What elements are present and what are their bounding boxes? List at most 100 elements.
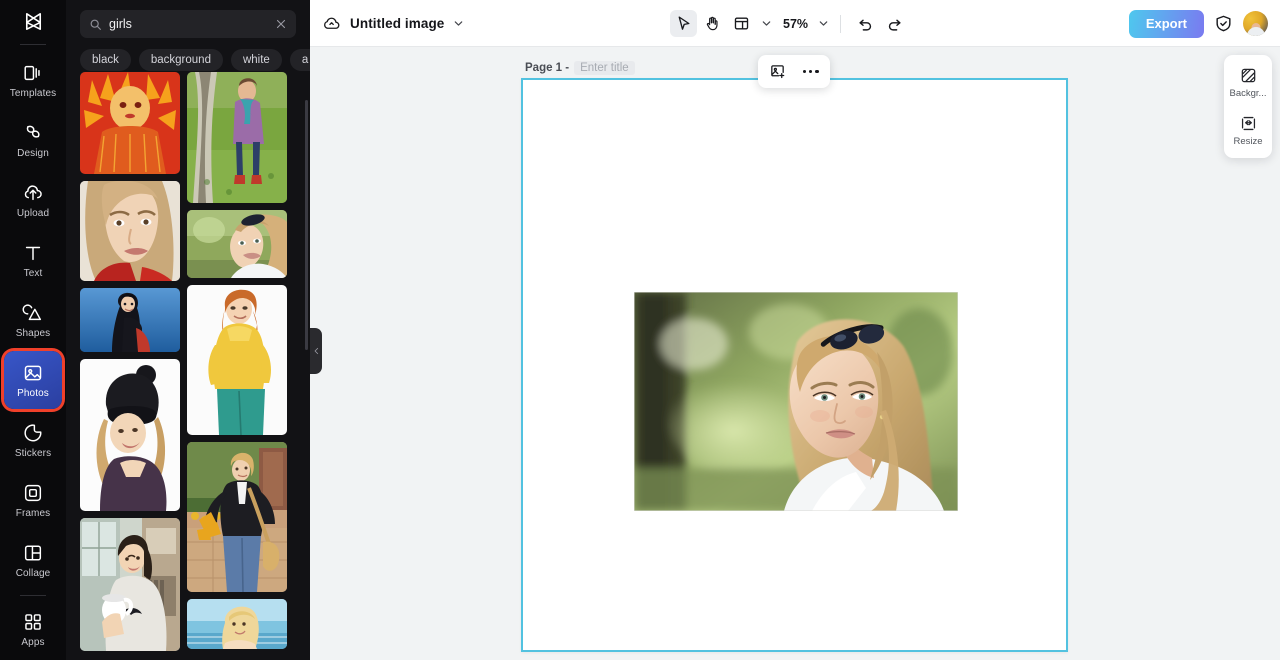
collage-icon	[24, 544, 42, 561]
dock-item-resize[interactable]: Resize	[1226, 111, 1270, 150]
redo-button[interactable]	[881, 10, 908, 37]
photo-thumbnail-art	[187, 210, 287, 278]
cloud-sync-icon	[324, 17, 340, 29]
sidebar-item-upload[interactable]: Upload	[4, 171, 62, 229]
sidebar-item-label: Apps	[21, 636, 45, 648]
photo-grid-scroll[interactable]	[66, 72, 310, 660]
text-icon	[25, 246, 41, 260]
photo-thumbnail-art	[80, 181, 180, 281]
resize-icon	[1241, 116, 1255, 131]
sidebar-item-photos[interactable]: Photos	[4, 351, 62, 409]
shapes-icon	[22, 303, 42, 320]
photo-thumbnail-art	[187, 285, 287, 435]
sidebar-item-text[interactable]: Text	[4, 231, 62, 289]
photo-thumbnail-art	[187, 442, 287, 592]
layout-tool-button[interactable]	[728, 10, 755, 37]
photo-thumbnail[interactable]	[80, 72, 180, 174]
cursor-arrow-icon	[678, 16, 690, 30]
sidebar-item-design[interactable]: Design	[4, 111, 62, 169]
top-toolbar: Untitled image 57% Export	[310, 0, 1280, 47]
layout-chevron-down-icon[interactable]	[761, 18, 772, 29]
search-chip-a[interactable]: a	[289, 48, 310, 71]
canvas-photo[interactable]	[634, 292, 958, 511]
photo-thumbnail[interactable]	[187, 285, 287, 435]
photo-thumbnail[interactable]	[80, 359, 180, 511]
photo-thumbnail[interactable]	[187, 210, 287, 278]
undo-icon	[859, 19, 872, 31]
sidebar-item-collage[interactable]: Collage	[4, 531, 62, 589]
templates-icon	[24, 65, 40, 80]
photo-thumbnail-art	[80, 359, 180, 511]
search-input[interactable]	[109, 17, 268, 31]
design-canvas[interactable]	[521, 78, 1068, 652]
capcut-logo[interactable]	[0, 0, 66, 42]
sidebar-item-frames[interactable]: Frames	[4, 471, 62, 529]
search-chip-black[interactable]: black	[80, 48, 131, 71]
sidebar-item-label: Stickers	[14, 447, 52, 459]
hand-icon	[706, 16, 718, 31]
page-number-label: Page 1 -	[525, 62, 570, 74]
sidebar-item-label: Frames	[15, 507, 51, 519]
chevron-left-icon	[314, 347, 318, 355]
editor-stage[interactable]: Page 1 - Enter title Backgr... Resize	[310, 47, 1280, 660]
sidebar-item-apps[interactable]: Apps	[4, 600, 62, 658]
photo-thumbnail-art	[80, 72, 180, 174]
photo-thumbnail[interactable]	[80, 288, 180, 352]
photo-thumbnail-art	[80, 518, 180, 651]
zoom-level-value: 57%	[783, 16, 809, 31]
photo-thumbnail[interactable]	[80, 518, 180, 651]
floating-image-toolbar	[758, 55, 830, 88]
add-image-icon[interactable]	[769, 63, 786, 80]
export-button[interactable]: Export	[1128, 9, 1204, 38]
photo-thumbnail[interactable]	[187, 72, 287, 203]
page-label-group: Page 1 - Enter title	[525, 61, 635, 75]
sidebar-item-shapes[interactable]: Shapes	[4, 291, 62, 349]
select-tool-button[interactable]	[670, 10, 697, 37]
zoom-chevron-down-icon[interactable]	[818, 18, 829, 29]
avatar-body	[1246, 27, 1265, 36]
right-dock: Backgr... Resize	[1224, 55, 1272, 158]
hand-tool-button[interactable]	[699, 10, 726, 37]
sidebar-item-label: Design	[17, 147, 49, 159]
panel-collapse-handle[interactable]	[310, 328, 322, 374]
more-options-icon[interactable]	[803, 69, 819, 74]
user-avatar[interactable]	[1243, 11, 1268, 36]
rail-divider	[20, 44, 46, 45]
undo-button[interactable]	[852, 10, 879, 37]
search-box[interactable]	[80, 10, 296, 38]
search-icon	[90, 19, 101, 30]
page-title-input[interactable]: Enter title	[574, 61, 635, 75]
apps-icon	[25, 613, 41, 630]
photo-thumbnail[interactable]	[187, 599, 287, 649]
capcut-editor-window: Templates Design Upload Text Shapes Photos Sti…	[0, 0, 1280, 660]
rail-item-list: Templates Design Upload Text Shapes Photos Sti…	[0, 51, 66, 660]
photo-thumbnail-art	[187, 72, 287, 203]
sidebar-item-stickers[interactable]: Stickers	[4, 411, 62, 469]
photo-thumbnail[interactable]	[80, 181, 180, 281]
sidebar-item-label: Shapes	[15, 327, 51, 339]
document-title-group[interactable]: Untitled image	[322, 14, 464, 33]
rail-section-divider	[20, 595, 46, 596]
chevron-down-icon[interactable]	[453, 18, 464, 29]
center-tool-group: 57%	[670, 0, 908, 47]
photo-thumbnail-art	[187, 599, 287, 649]
photo-column-left	[80, 72, 180, 651]
dock-item-backgr[interactable]: Backgr...	[1226, 63, 1270, 102]
document-title: Untitled image	[350, 15, 445, 31]
frames-icon	[24, 484, 42, 501]
toolbar-divider	[840, 14, 842, 33]
sidebar-item-templates[interactable]: Templates	[4, 51, 62, 109]
shield-check-icon[interactable]	[1214, 14, 1233, 33]
photos-panel: black background whitea	[66, 0, 310, 660]
panel-search-wrapper	[66, 0, 310, 38]
sidebar-item-label: Collage	[15, 567, 51, 579]
photo-thumbnail[interactable]	[187, 442, 287, 592]
panel-scrollbar[interactable]	[305, 100, 308, 350]
dock-item-label: Resize	[1233, 136, 1263, 147]
close-icon[interactable]	[275, 18, 287, 30]
sidebar-item-label: Text	[23, 267, 43, 279]
search-chip-white[interactable]: white	[230, 48, 282, 71]
dock-item-label: Backgr...	[1229, 88, 1267, 99]
search-chip-background[interactable]: background	[138, 48, 223, 71]
photo-grid	[66, 72, 310, 651]
